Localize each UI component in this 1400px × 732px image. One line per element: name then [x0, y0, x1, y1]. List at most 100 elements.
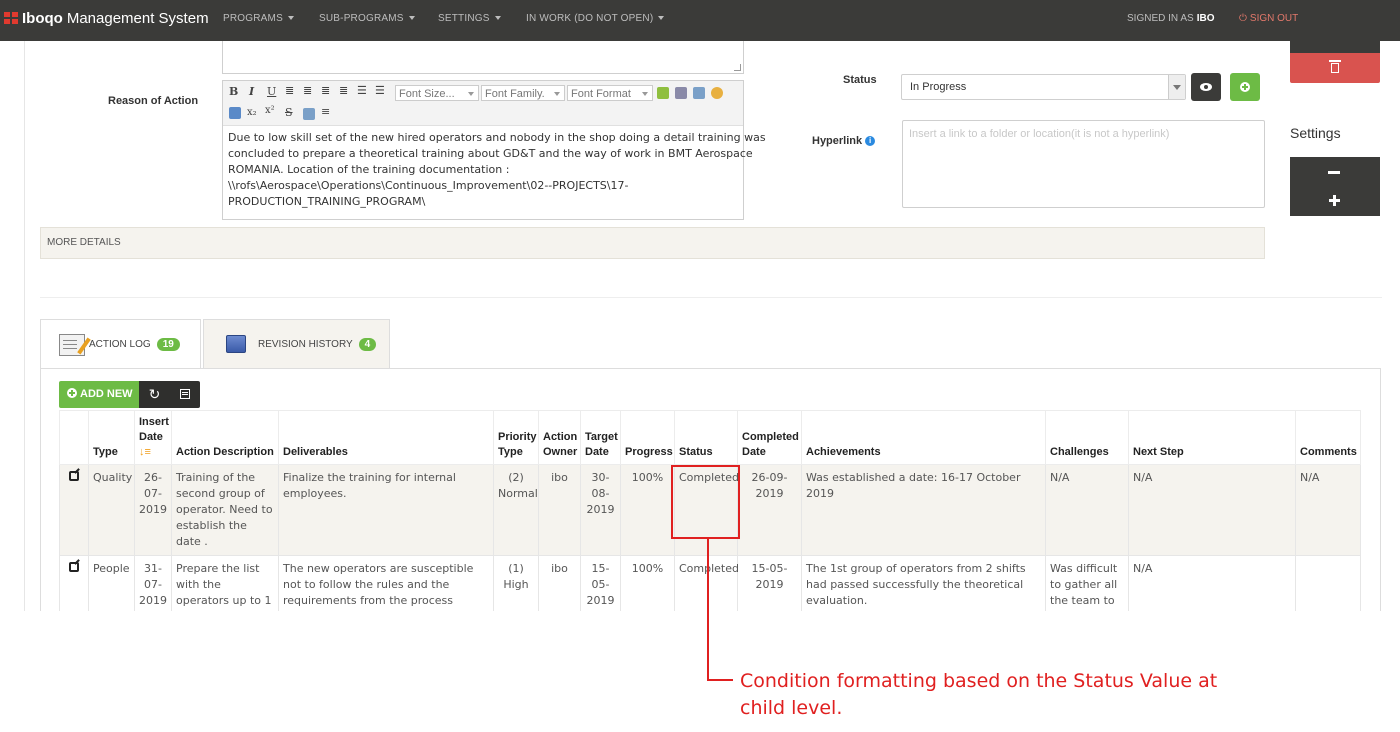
cell-insert-date: 31-07-2019	[134, 555, 172, 611]
reason-text-line: Due to low skill set of the new hired op…	[228, 131, 766, 144]
columns-icon	[180, 389, 190, 399]
underline-icon[interactable]: U	[267, 85, 276, 98]
cell-completed-date: 15-05-2019	[737, 555, 802, 611]
reason-of-action-text[interactable]: Due to low skill set of the new hired op…	[223, 126, 766, 214]
eye-icon	[1200, 83, 1212, 91]
row-edit-cell[interactable]	[59, 555, 89, 611]
col-status[interactable]: Status	[674, 410, 738, 465]
subscript-icon[interactable]: x₂	[247, 107, 257, 118]
refresh-icon: ↻	[148, 386, 161, 402]
cell-challenges: Was difficult to gather all the team to …	[1045, 555, 1129, 611]
action-log-icon	[59, 333, 85, 356]
col-type[interactable]: Type	[88, 410, 135, 465]
tab-revision-history-label: REVISION HISTORY	[258, 338, 353, 350]
annotation-callout: Condition formatting based on the Status…	[740, 668, 1217, 722]
cell-target-date: 30-08-2019	[580, 464, 621, 556]
annotation-line: Condition formatting based on the Status…	[740, 670, 1218, 692]
align-left-icon[interactable]: ≣	[285, 84, 294, 97]
col-priority-type[interactable]: Priority Type	[493, 410, 539, 465]
add-status-button[interactable]	[1230, 73, 1260, 101]
cell-action-owner: ibo	[538, 555, 581, 611]
info-icon[interactable]: i	[865, 136, 876, 147]
trash-icon	[1329, 60, 1341, 73]
italic-icon[interactable]: I	[249, 85, 254, 98]
status-label: Status	[843, 74, 877, 86]
edit-external-icon[interactable]	[69, 471, 79, 481]
tab-action-log[interactable]: ACTION LOG 19	[40, 319, 201, 369]
action-log-count-badge: 19	[156, 338, 180, 351]
cell-action-owner: ibo	[538, 464, 581, 556]
reason-of-action-editor[interactable]: B I U ≣ ≣ ≣ ≣ ☰ ☰ Font Size... Font Fami…	[222, 80, 766, 220]
right-panel-top	[1290, 41, 1380, 53]
tab-revision-history[interactable]: REVISION HISTORY 4	[203, 319, 390, 369]
remove-format-icon[interactable]	[303, 108, 315, 120]
font-family-select[interactable]: Font Family.	[481, 85, 565, 101]
image-icon[interactable]	[229, 107, 241, 119]
hyperlink-input[interactable]: Insert a link to a folder or location(it…	[902, 120, 1265, 208]
align-center-icon[interactable]: ≣	[303, 84, 312, 97]
table-row[interactable]: People 31-07-2019 Prepare the list with …	[59, 555, 1361, 611]
annotation-line: child level.	[740, 697, 843, 719]
font-format-select[interactable]: Font Format	[567, 85, 653, 101]
horizontal-rule-icon[interactable]: ≡	[321, 105, 330, 118]
refresh-button[interactable]: ↻	[139, 381, 170, 408]
plus-circle-icon	[67, 388, 77, 398]
superscript-icon[interactable]: x²	[265, 105, 275, 116]
cell-completed-date: 26-09-2019	[737, 464, 802, 556]
bold-icon[interactable]: B	[229, 85, 238, 98]
col-insert-date[interactable]: Insert Date ↓≡	[134, 410, 172, 465]
settings-label: Settings	[1290, 125, 1341, 141]
col-target-date[interactable]: Target Date	[580, 410, 621, 465]
cell-progress: 100%	[620, 464, 675, 556]
col-progress[interactable]: Progress	[620, 410, 675, 465]
align-right-icon[interactable]: ≣	[321, 84, 330, 97]
minus-icon[interactable]	[1328, 171, 1340, 174]
font-size-select[interactable]: Font Size...	[395, 85, 479, 101]
col-comments[interactable]: Comments	[1295, 410, 1361, 465]
columns-button[interactable]	[170, 381, 200, 408]
revision-history-icon	[226, 335, 246, 353]
status-select[interactable]: In Progress	[901, 74, 1186, 100]
plus-icon[interactable]	[1333, 195, 1336, 206]
cell-next-step: N/A	[1128, 464, 1296, 556]
strikethrough-icon[interactable]: S	[285, 106, 293, 119]
revision-history-count-badge: 4	[358, 337, 377, 351]
cell-achievements: Was established a date: 16-17 October 20…	[801, 464, 1046, 556]
plus-circle-icon	[1240, 82, 1250, 92]
justify-icon[interactable]: ≣	[339, 84, 348, 97]
resize-grip-icon[interactable]	[734, 64, 741, 71]
cell-deliverables: The new operators are susceptible not to…	[278, 555, 494, 611]
row-edit-cell[interactable]	[59, 464, 89, 556]
cell-deliverables: Finalize the training for internal emplo…	[278, 464, 494, 556]
color-icon[interactable]	[711, 87, 723, 99]
unordered-list-icon[interactable]: ☰	[375, 84, 385, 97]
view-status-button[interactable]	[1191, 73, 1221, 101]
reason-text-line: PRODUCTION_TRAINING_PROGRAM\	[228, 195, 426, 208]
settings-zoom-panel	[1290, 157, 1380, 216]
col-deliverables[interactable]: Deliverables	[278, 410, 494, 465]
delete-button[interactable]	[1290, 53, 1380, 83]
link-icon[interactable]	[675, 87, 687, 99]
col-edit	[59, 410, 89, 465]
add-new-button[interactable]: ADD NEW	[59, 381, 139, 408]
previous-textarea[interactable]	[222, 41, 744, 74]
edit-external-icon[interactable]	[69, 562, 79, 572]
col-action-owner[interactable]: Action Owner	[538, 410, 581, 465]
page-content: Reason of Action B I U ≣ ≣ ≣ ≣ ☰ ☰ Font …	[0, 0, 1400, 611]
col-challenges[interactable]: Challenges	[1045, 410, 1129, 465]
reason-text-line: \\rofs\Aerospace\Operations\Continuous_I…	[228, 179, 629, 192]
more-details-panel[interactable]: MORE DETAILS	[40, 227, 1265, 259]
col-action-description[interactable]: Action Description	[171, 410, 279, 465]
tab-action-log-label: ACTION LOG	[89, 339, 151, 350]
col-completed-date[interactable]: Completed Date	[737, 410, 802, 465]
cell-action-description: Training of the second group of operator…	[171, 464, 279, 556]
ordered-list-icon[interactable]: ☰	[357, 84, 367, 97]
col-next-step[interactable]: Next Step	[1128, 410, 1296, 465]
cell-action-description: Prepare the list with the operators up t…	[171, 555, 279, 611]
cell-insert-date: 26-07-2019	[134, 464, 172, 556]
edit-html-icon[interactable]	[657, 87, 669, 99]
status-select-value: In Progress	[910, 81, 967, 93]
col-achievements[interactable]: Achievements	[801, 410, 1046, 465]
cell-comments	[1295, 555, 1361, 611]
unlink-icon[interactable]	[693, 87, 705, 99]
